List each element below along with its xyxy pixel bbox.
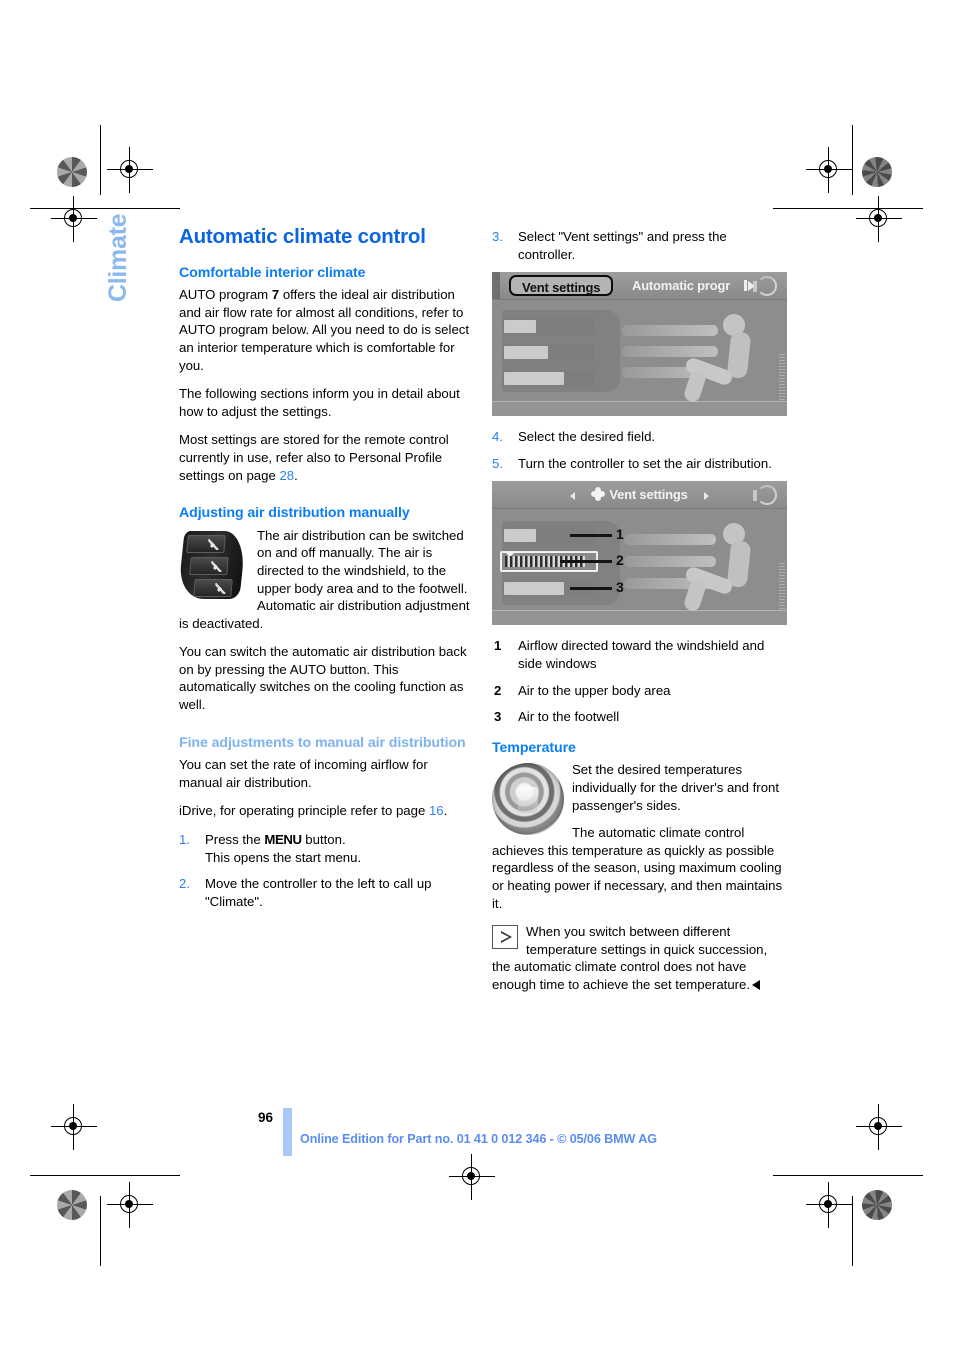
text-run: .: [443, 803, 448, 819]
vent-field-1[interactable]: [502, 318, 594, 336]
callout-legend-list: 1 Airflow directed toward the windshield…: [492, 637, 787, 725]
note-text: When you switch between different temper…: [492, 924, 768, 992]
procedure-steps-list: 1. Press the MENU button. This opens the…: [179, 831, 474, 910]
text-run: iDrive, for operating principle refer to…: [179, 803, 429, 819]
legend-text: Airflow directed toward the windshield a…: [518, 638, 765, 671]
step-text-line2: This opens the start menu.: [205, 849, 362, 865]
left-arrow-icon[interactable]: [570, 492, 575, 501]
paragraph-airflow-rate: You can set the rate of incoming airflow…: [179, 757, 428, 790]
legend-item-3: 3 Air to the footwell: [492, 708, 787, 726]
step-text: Turn the controller to set the air distr…: [518, 455, 772, 471]
image-credit-microtext: [779, 354, 785, 401]
step-number: 4.: [492, 429, 503, 445]
step-item-4: 4. Select the desired field.: [492, 428, 787, 446]
step-text: Select "Vent settings" and press the con…: [518, 229, 727, 262]
heading-comfortable-interior-climate: Comfortable interior climate: [179, 264, 366, 281]
heading-temperature: Temperature: [492, 739, 576, 756]
legend-text: Air to the footwell: [518, 709, 620, 725]
paragraph-following-sections: The following sections inform you in det…: [179, 386, 460, 419]
legend-text: Air to the upper body area: [518, 682, 671, 698]
procedure-steps-list-right-a: 3. Select "Vent settings" and press the …: [492, 228, 787, 263]
text-run: .: [294, 467, 298, 483]
chapter-tab: Climate: [104, 213, 132, 302]
note-paragraph: When you switch between different temper…: [492, 923, 787, 993]
callout-leader-3: [570, 587, 612, 590]
callout-leader-1: [570, 534, 612, 537]
footer-online-edition-note: Online Edition for Part no. 01 41 0 012 …: [300, 1132, 657, 1146]
step-number: 1.: [179, 832, 190, 848]
step-item-1: 1. Press the MENU button. This opens the…: [179, 831, 474, 866]
page-reference-16[interactable]: 16: [429, 803, 444, 818]
air-distribution-buttons-icon: [179, 529, 249, 601]
step-number: 3.: [492, 229, 503, 244]
note-triangle-icon: [492, 925, 518, 950]
step-number: 2.: [179, 876, 190, 892]
temperature-knob-figure-paragraph: Set the desired temperatures individuall…: [492, 761, 787, 912]
idrive-footer-strip: [492, 611, 787, 626]
callout-number-1: 1: [616, 526, 624, 543]
image-credit-microtext: [779, 563, 785, 610]
legend-number: 3: [494, 709, 502, 725]
legend-item-1: 1 Airflow directed toward the windshield…: [492, 637, 787, 672]
idrive-tab-automatic-program[interactable]: Automatic progr: [632, 276, 730, 296]
step-item-2: 2. Move the controller to the left to ca…: [179, 875, 474, 910]
right-column: 3. Select "Vent settings" and press the …: [492, 228, 787, 1004]
idrive-bar-left-rail: [492, 272, 500, 300]
seated-occupant-figure: [673, 312, 759, 404]
step-text: button.: [301, 832, 346, 848]
legend-item-2: 2 Air to the upper body area: [492, 682, 787, 700]
paragraph-most-settings: Most settings are stored for the remote …: [179, 431, 474, 484]
section-end-marker: [752, 979, 761, 990]
callout-number-2: 2: [616, 552, 624, 569]
right-arrow-bar-icon: [744, 280, 747, 292]
footer-rule: [283, 1108, 292, 1156]
paragraph-set-temperatures: Set the desired temperatures individuall…: [572, 762, 780, 813]
idrive-tab-vent-settings[interactable]: Vent settings: [509, 275, 614, 297]
step-text: Press the: [205, 832, 265, 848]
right-arrow-icon[interactable]: [704, 492, 709, 501]
page-reference-28[interactable]: 28: [279, 468, 294, 483]
paragraph-auto-button: You can switch the automatic air distrib…: [179, 644, 467, 713]
legend-number: 2: [494, 682, 502, 698]
idrive-screenshot-vent-settings-detail: Vent settings 1 2 3: [492, 481, 787, 626]
paragraph-idrive-reference: iDrive, for operating principle refer to…: [179, 802, 474, 820]
paragraph-auto-program: AUTO program 7 offers the ideal air dist…: [179, 286, 474, 374]
heading-adjusting-air-distribution-manually: Adjusting air distribution manually: [179, 505, 410, 522]
callout-leader-2: [560, 560, 612, 563]
step-text: Move the controller to the left to call …: [205, 876, 432, 909]
page-number: 96: [258, 1110, 274, 1125]
legend-number: 1: [494, 638, 502, 654]
page-title: Automatic climate control: [179, 225, 426, 248]
temperature-rotary-knob-icon: [492, 763, 564, 836]
menu-button-label: MENU: [264, 832, 302, 848]
procedure-steps-list-right-b: 4. Select the desired field. 5. Turn the…: [492, 428, 787, 472]
idrive-screenshot-vent-settings-menu: Vent settings Automatic progr: [492, 272, 787, 417]
heading-fine-adjustments: Fine adjustments to manual air distribut…: [179, 734, 466, 751]
idrive-title-vent-settings: Vent settings: [492, 485, 787, 505]
air-distribution-figure-paragraph: The air distribution can be switched on …: [179, 527, 474, 633]
paragraph-automatic-climate-control: The automatic climate control achieves t…: [492, 825, 783, 911]
callout-number-3: 3: [616, 579, 624, 596]
left-column: Automatic climate control Comfortable in…: [179, 225, 474, 919]
step-number: 5.: [492, 455, 503, 471]
step-text: Select the desired field.: [518, 429, 656, 445]
step-item-5: 5. Turn the controller to set the air di…: [492, 455, 787, 473]
text-run: Most settings are stored for the remote …: [179, 432, 449, 483]
idrive-title-text: Vent settings: [609, 487, 688, 503]
idrive-footer-strip: [492, 402, 787, 417]
vent-field-2[interactable]: [502, 344, 594, 362]
fan-icon: [591, 487, 606, 502]
vent-field-3[interactable]: [502, 370, 594, 388]
seated-occupant-figure: [673, 521, 759, 614]
step-item-3: 3. Select "Vent settings" and press the …: [492, 228, 787, 263]
text-run: AUTO program: [179, 287, 272, 303]
